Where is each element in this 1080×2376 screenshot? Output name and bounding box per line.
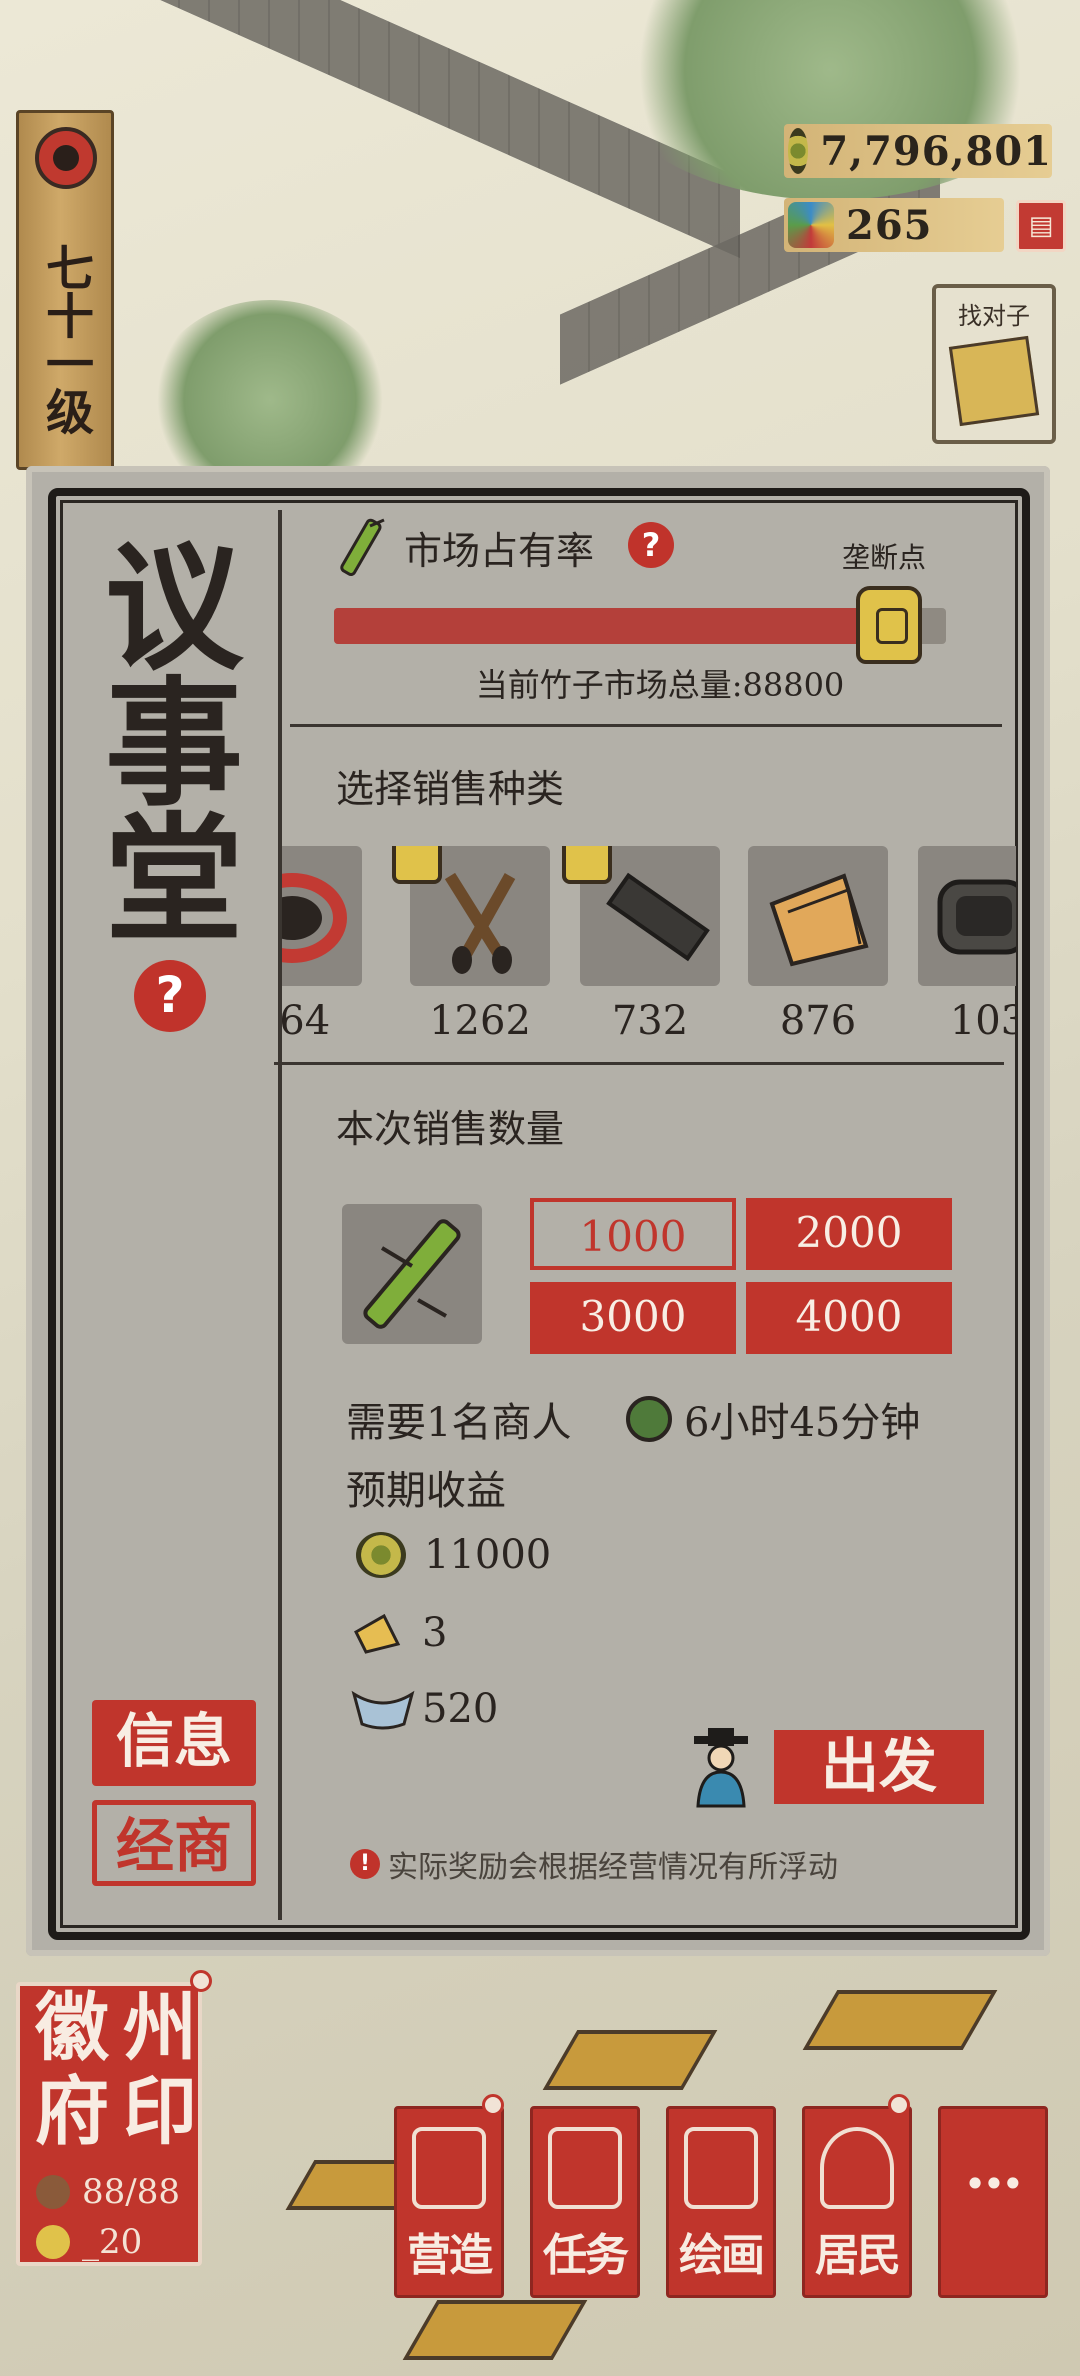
quantity-option-3000[interactable]: 3000 — [530, 1282, 736, 1354]
gem-amount: 265 — [846, 201, 933, 249]
player-level-label: 七十一级 — [37, 243, 93, 435]
copper-coin-icon — [356, 1532, 406, 1578]
worker-value: _20 — [82, 2222, 143, 2262]
seal-char: 徽 — [35, 1985, 109, 2071]
bamboo-icon — [363, 1219, 461, 1329]
notification-dot — [888, 2094, 910, 2116]
book-icon — [548, 2127, 622, 2209]
sale-quantity-label: 本次销售数量 — [336, 1107, 565, 1151]
gold-cards-icon — [948, 335, 1040, 427]
sales-item-count: 732 — [611, 998, 689, 1044]
sales-type-label: 选择销售种类 — [336, 767, 565, 811]
notification-dot — [190, 1970, 212, 1992]
worker-icon — [36, 2225, 70, 2259]
merchant-icon — [694, 1728, 748, 1808]
nav-painting-button[interactable]: 绘画 — [666, 2106, 776, 2298]
huizhou-seal-panel[interactable]: 徽 州 府 印 88/88 _20 — [16, 1982, 202, 2266]
paper-icon — [354, 1613, 401, 1654]
player-level-badge[interactable]: 七十一级 — [16, 110, 114, 470]
panel-title: 议事堂 — [104, 526, 243, 961]
quantity-option-2000[interactable]: 2000 — [746, 1198, 952, 1270]
scroll-icon — [684, 2127, 758, 2209]
depart-button[interactable]: 出发 — [774, 1730, 984, 1804]
sales-item-count: 876 — [779, 998, 857, 1044]
sales-item-carousel[interactable]: 264 1262 732 876 103 — [282, 846, 1016, 1046]
note-text: 实际奖励会根据经营情况有所浮动 — [388, 1850, 838, 1885]
tab-info[interactable]: 信息 — [92, 1700, 256, 1786]
paper-icon — [769, 873, 869, 967]
sales-item-count: 264 — [282, 998, 331, 1044]
reward-fluctuation-note: ! 实际奖励会根据经营情况有所浮动 — [350, 1842, 838, 1886]
sidebar-divider — [278, 510, 282, 1920]
shop-icon: ▤ — [1028, 211, 1054, 241]
revenue-silver: 520 — [422, 1686, 499, 1732]
market-share-label: 市场占有率 — [404, 529, 595, 573]
shop-button[interactable]: ▤ — [1016, 200, 1066, 252]
duration-text: 6小时45分钟 — [684, 1400, 921, 1446]
population-icon — [36, 2175, 70, 2209]
building-icon — [412, 2127, 486, 2209]
bamboo-item-tile — [342, 1204, 482, 1344]
clock-icon — [626, 1396, 672, 1442]
market-total-text: 当前竹子市场总量:88800 — [475, 666, 845, 704]
coin-amount: 7,796,801 — [820, 127, 1052, 175]
seal-title: 徽 州 府 印 — [28, 1986, 204, 2154]
bamboo-icon — [340, 518, 385, 577]
help-button[interactable]: ? — [134, 960, 206, 1032]
sales-item-count: 103 — [949, 998, 1016, 1044]
nav-tasks-button[interactable]: 任务 — [530, 2106, 640, 2298]
find-partner-label: 找对子 — [958, 302, 1030, 330]
red-ring-icon — [282, 873, 347, 963]
market-share-bar-fill — [334, 608, 903, 644]
worker-stat: _20 — [36, 2222, 142, 2262]
monopoly-badge-icon — [392, 846, 442, 884]
nav-residents-button[interactable]: 居民 — [802, 2106, 912, 2298]
monopoly-badge-icon — [562, 846, 612, 884]
sales-item-count: 1262 — [429, 998, 531, 1044]
expected-revenue-label: 预期收益 — [346, 1468, 506, 1514]
brush-seal-icon — [35, 127, 97, 189]
warning-icon: ! — [350, 1849, 380, 1879]
nav-residents-label: 居民 — [815, 2230, 901, 2281]
sales-item-ink-stick[interactable]: 732 — [562, 846, 720, 1044]
market-share-help-button[interactable]: ? — [628, 522, 674, 568]
seal-char: 印 — [123, 2069, 197, 2155]
sales-item-inkstone[interactable]: 103 — [918, 846, 1016, 1044]
monopoly-marker-icon — [856, 586, 922, 664]
divider — [290, 724, 1002, 727]
seal-char: 府 — [35, 2069, 109, 2155]
monopoly-point-label: 垄断点 — [842, 541, 927, 574]
population-value: 88/88 — [82, 2172, 180, 2212]
nav-tasks-label: 任务 — [543, 2230, 629, 2281]
notification-dot — [482, 2094, 504, 2116]
silver-ingot-icon — [351, 1690, 415, 1730]
person-icon — [820, 2127, 894, 2209]
gem-counter[interactable]: 265 — [784, 198, 1004, 252]
divider — [274, 1062, 1004, 1065]
revenue-paper: 3 — [422, 1610, 448, 1656]
gem-icon — [788, 202, 834, 248]
quantity-option-4000[interactable]: 4000 — [746, 1282, 952, 1354]
more-icon: ··· — [964, 2149, 1024, 2219]
find-partner-button[interactable]: 找对子 — [932, 284, 1056, 444]
nav-build-label: 营造 — [407, 2230, 493, 2281]
inkstone-icon — [937, 879, 1016, 955]
sales-item-brush[interactable]: 1262 — [392, 846, 550, 1044]
nav-build-button[interactable]: 营造 — [394, 2106, 504, 2298]
revenue-coins: 11000 — [424, 1532, 552, 1578]
sales-item-paper[interactable]: 876 — [748, 846, 888, 1044]
nav-more-button[interactable]: ··· — [938, 2106, 1048, 2298]
population-stat: 88/88 — [36, 2172, 180, 2212]
tab-trade[interactable]: 经商 — [92, 1800, 256, 1886]
quantity-option-1000[interactable]: 1000 — [530, 1198, 736, 1270]
sales-item-red-ring[interactable]: 264 — [282, 846, 362, 1044]
seal-char: 州 — [123, 1985, 197, 2071]
nav-painting-label: 绘画 — [679, 2230, 765, 2281]
merchant-requirement: 需要1名商人 — [346, 1400, 572, 1446]
copper-coin-icon — [788, 128, 809, 174]
coin-counter[interactable]: 7,796,801 — [784, 124, 1052, 178]
